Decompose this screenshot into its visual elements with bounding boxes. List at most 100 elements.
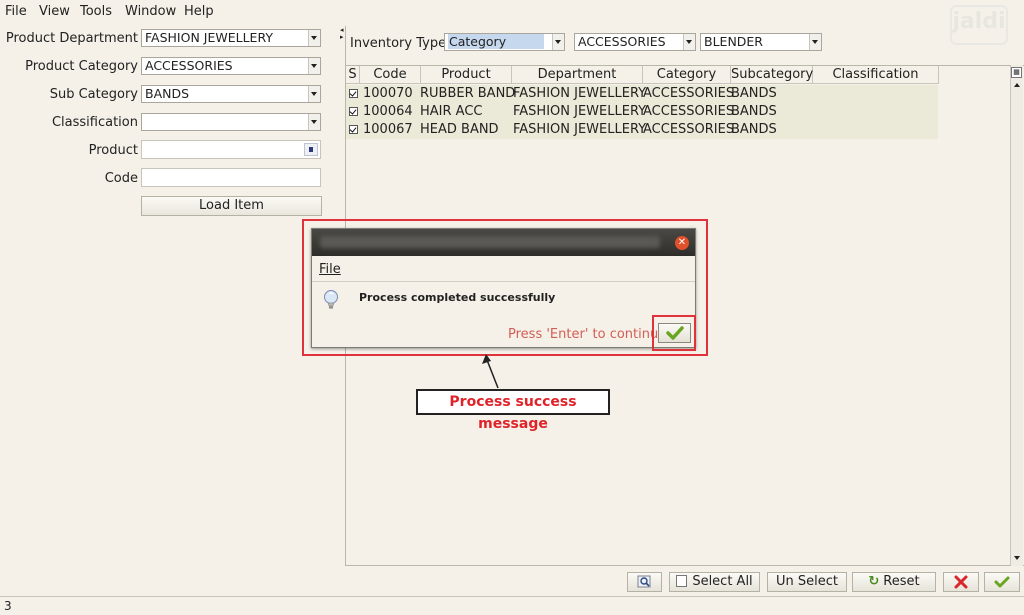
menu-bar: File View Tools Window Help	[0, 0, 1024, 24]
column-chooser-icon[interactable]: ▦	[1011, 67, 1022, 78]
dialog-menu-file[interactable]: File	[319, 262, 341, 277]
category-value: ACCESSORIES	[578, 34, 666, 49]
cell-subcategory: BANDS	[731, 86, 777, 101]
chevron-down-icon[interactable]	[308, 86, 320, 102]
column-header-code[interactable]: Code	[360, 66, 421, 84]
menu-window[interactable]: Window	[125, 4, 176, 19]
column-header-category[interactable]: Category	[643, 66, 731, 84]
status-bar: 3	[0, 596, 1024, 615]
lightbulb-icon	[324, 290, 338, 309]
column-header-s[interactable]: S	[346, 66, 360, 84]
un-select-label: Un Select	[776, 574, 838, 589]
cell-category: ACCESSORIES	[643, 122, 735, 137]
scroll-down-icon[interactable]	[1011, 552, 1023, 564]
splitter-arrows-icon[interactable]: ◂ ▸	[340, 27, 344, 41]
sub-category-select[interactable]: BANDS	[141, 85, 321, 103]
code-field[interactable]	[141, 168, 321, 187]
cell-code: 100067	[363, 122, 413, 137]
column-header-classification-name[interactable]: Classification Name	[813, 66, 939, 99]
magnifier-icon	[637, 575, 650, 588]
cancel-button[interactable]	[943, 572, 979, 592]
product-field[interactable]	[141, 140, 321, 159]
callout-label: Process success message	[416, 389, 610, 432]
category-select[interactable]: ACCESSORIES	[574, 33, 696, 51]
menu-help[interactable]: Help	[184, 4, 214, 19]
product-department-label: Product Department	[5, 31, 138, 46]
cell-classification	[811, 103, 814, 121]
dialog-message: Process completed successfully	[359, 291, 556, 304]
search-button[interactable]	[627, 572, 662, 592]
scroll-up-icon[interactable]	[1011, 79, 1023, 91]
dialog-title-blurred	[320, 236, 660, 248]
inventory-type-value: Category	[448, 34, 545, 49]
subtype-select[interactable]: BLENDER	[700, 33, 822, 51]
cell-department: FASHION JEWELLERY	[513, 86, 647, 101]
classification-select[interactable]	[141, 113, 321, 131]
dialog-hint: Press 'Enter' to continue	[508, 327, 667, 342]
cell-code: 100070	[363, 86, 413, 101]
close-icon[interactable]: ✕	[675, 236, 689, 250]
product-department-select[interactable]: FASHION JEWELLERY	[141, 29, 321, 47]
cell-subcategory: BANDS	[731, 122, 777, 137]
cell-code: 100064	[363, 104, 413, 119]
cell-product-name: HAIR ACC	[420, 104, 483, 119]
sub-category-label: Sub Category	[49, 87, 138, 102]
subtype-value: BLENDER	[704, 34, 763, 49]
chevron-down-icon[interactable]	[683, 34, 695, 50]
inventory-type-select[interactable]: Category	[444, 33, 565, 51]
chevron-down-icon[interactable]	[308, 58, 320, 74]
load-item-button[interactable]: Load Item	[141, 196, 322, 216]
cell-department: FASHION JEWELLERY	[513, 122, 647, 137]
chevron-down-icon[interactable]	[809, 34, 821, 50]
close-icon	[954, 575, 968, 589]
checkmark-icon	[994, 576, 1010, 588]
reset-button[interactable]: ↻ Reset	[852, 572, 936, 592]
cell-classification	[811, 121, 814, 139]
cell-department: FASHION JEWELLERY	[513, 104, 647, 119]
reset-label: Reset	[883, 574, 920, 589]
cell-subcategory: BANDS	[731, 104, 777, 119]
table-row[interactable]: 100067 HEAD BAND FASHION JEWELLERY ACCES…	[346, 121, 938, 139]
column-header-product-name[interactable]: Product Name	[421, 66, 512, 99]
code-label: Code	[104, 171, 138, 186]
row-select-checkbox[interactable]	[349, 107, 358, 116]
select-all-button[interactable]: Select All	[669, 572, 760, 592]
menu-tools[interactable]: Tools	[80, 4, 112, 19]
chevron-down-icon[interactable]	[308, 30, 320, 46]
cell-category: ACCESSORIES	[643, 86, 735, 101]
cell-product-name: HEAD BAND	[420, 122, 499, 137]
table-row[interactable]: 100064 HAIR ACC FASHION JEWELLERY ACCESS…	[346, 103, 938, 121]
ok-button-highlight-frame	[652, 315, 696, 351]
chevron-down-icon[interactable]	[308, 114, 320, 130]
table-row[interactable]: 100070 RUBBER BAND FASHION JEWELLERY ACC…	[346, 85, 938, 103]
product-category-value: ACCESSORIES	[145, 58, 233, 73]
cell-product-name: RUBBER BAND	[420, 86, 516, 101]
column-header-subcategory[interactable]: Subcategory	[731, 66, 813, 84]
select-all-label: Select All	[692, 574, 753, 589]
list-icon	[676, 575, 688, 587]
cell-category: ACCESSORIES	[643, 104, 735, 119]
product-category-label: Product Category	[25, 59, 138, 74]
menu-file[interactable]: File	[5, 4, 27, 19]
confirm-button[interactable]	[984, 572, 1020, 592]
dialog-divider	[312, 281, 695, 282]
column-header-department[interactable]: Department	[512, 66, 643, 84]
un-select-button[interactable]: Un Select	[767, 572, 847, 592]
product-picker-icon[interactable]	[304, 143, 318, 156]
inventory-type-label: Inventory Type	[350, 36, 447, 51]
callout-arrow-icon	[482, 354, 499, 389]
row-select-checkbox[interactable]	[349, 125, 358, 134]
classification-label: Classification	[51, 115, 138, 130]
dialog-title-bar[interactable]: ✕	[312, 229, 695, 256]
product-department-value: FASHION JEWELLERY	[145, 30, 273, 45]
product-category-select[interactable]: ACCESSORIES	[141, 57, 321, 75]
chevron-down-icon[interactable]	[552, 34, 564, 50]
process-success-dialog: ✕ File Process completed successfully Pr…	[311, 228, 696, 348]
app-logo: jaldi	[950, 5, 1008, 45]
sub-category-value: BANDS	[145, 86, 190, 101]
product-label: Product	[88, 143, 138, 158]
vertical-scrollbar[interactable]	[1010, 65, 1023, 566]
row-select-checkbox[interactable]	[349, 89, 358, 98]
refresh-icon: ↻	[868, 574, 880, 589]
menu-view[interactable]: View	[39, 4, 70, 19]
